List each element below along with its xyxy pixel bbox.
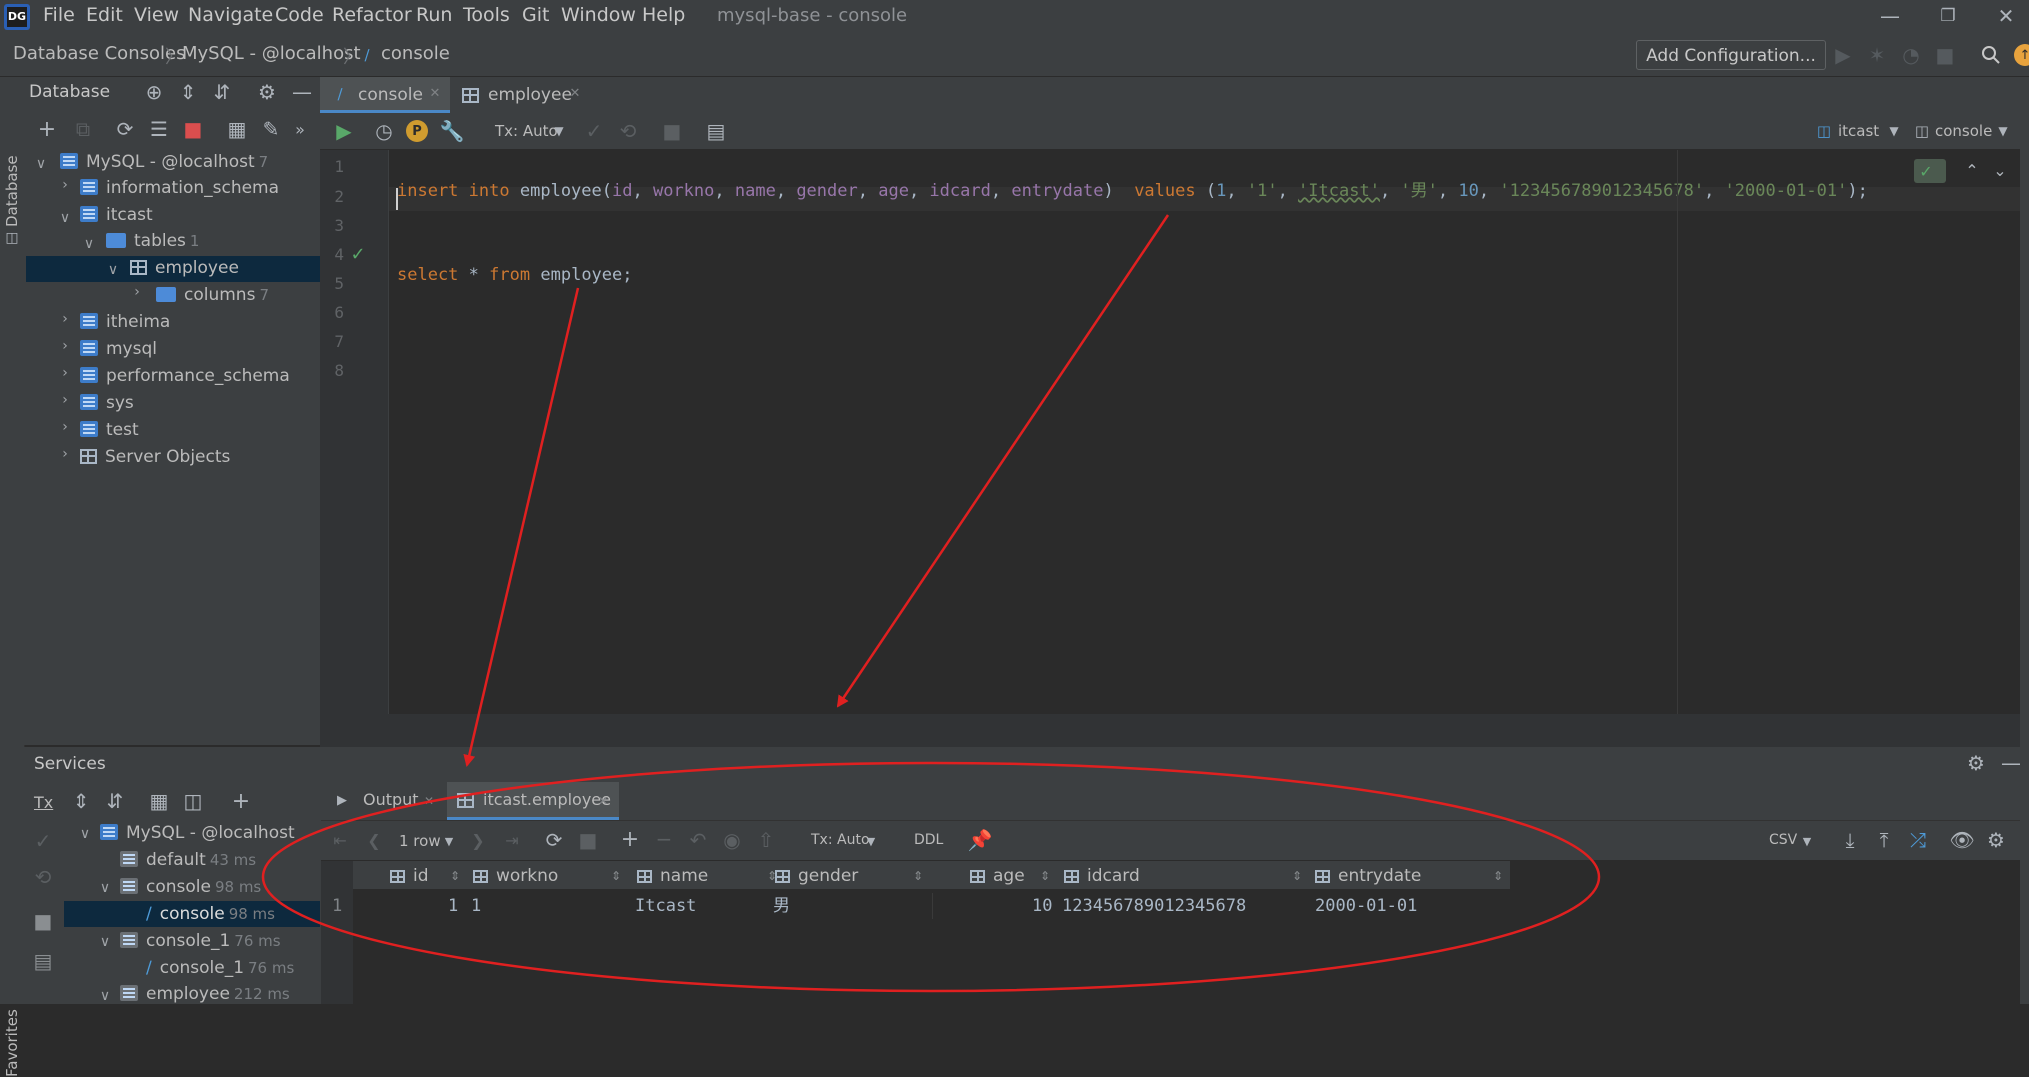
favorites-tool-tab[interactable]: Favorites	[3, 1009, 21, 1077]
annotation-arrow	[463, 287, 580, 767]
annotation-arrow	[836, 214, 1170, 708]
annotation-overlay	[261, 214, 1601, 993]
annotation-ellipse	[261, 761, 1601, 993]
